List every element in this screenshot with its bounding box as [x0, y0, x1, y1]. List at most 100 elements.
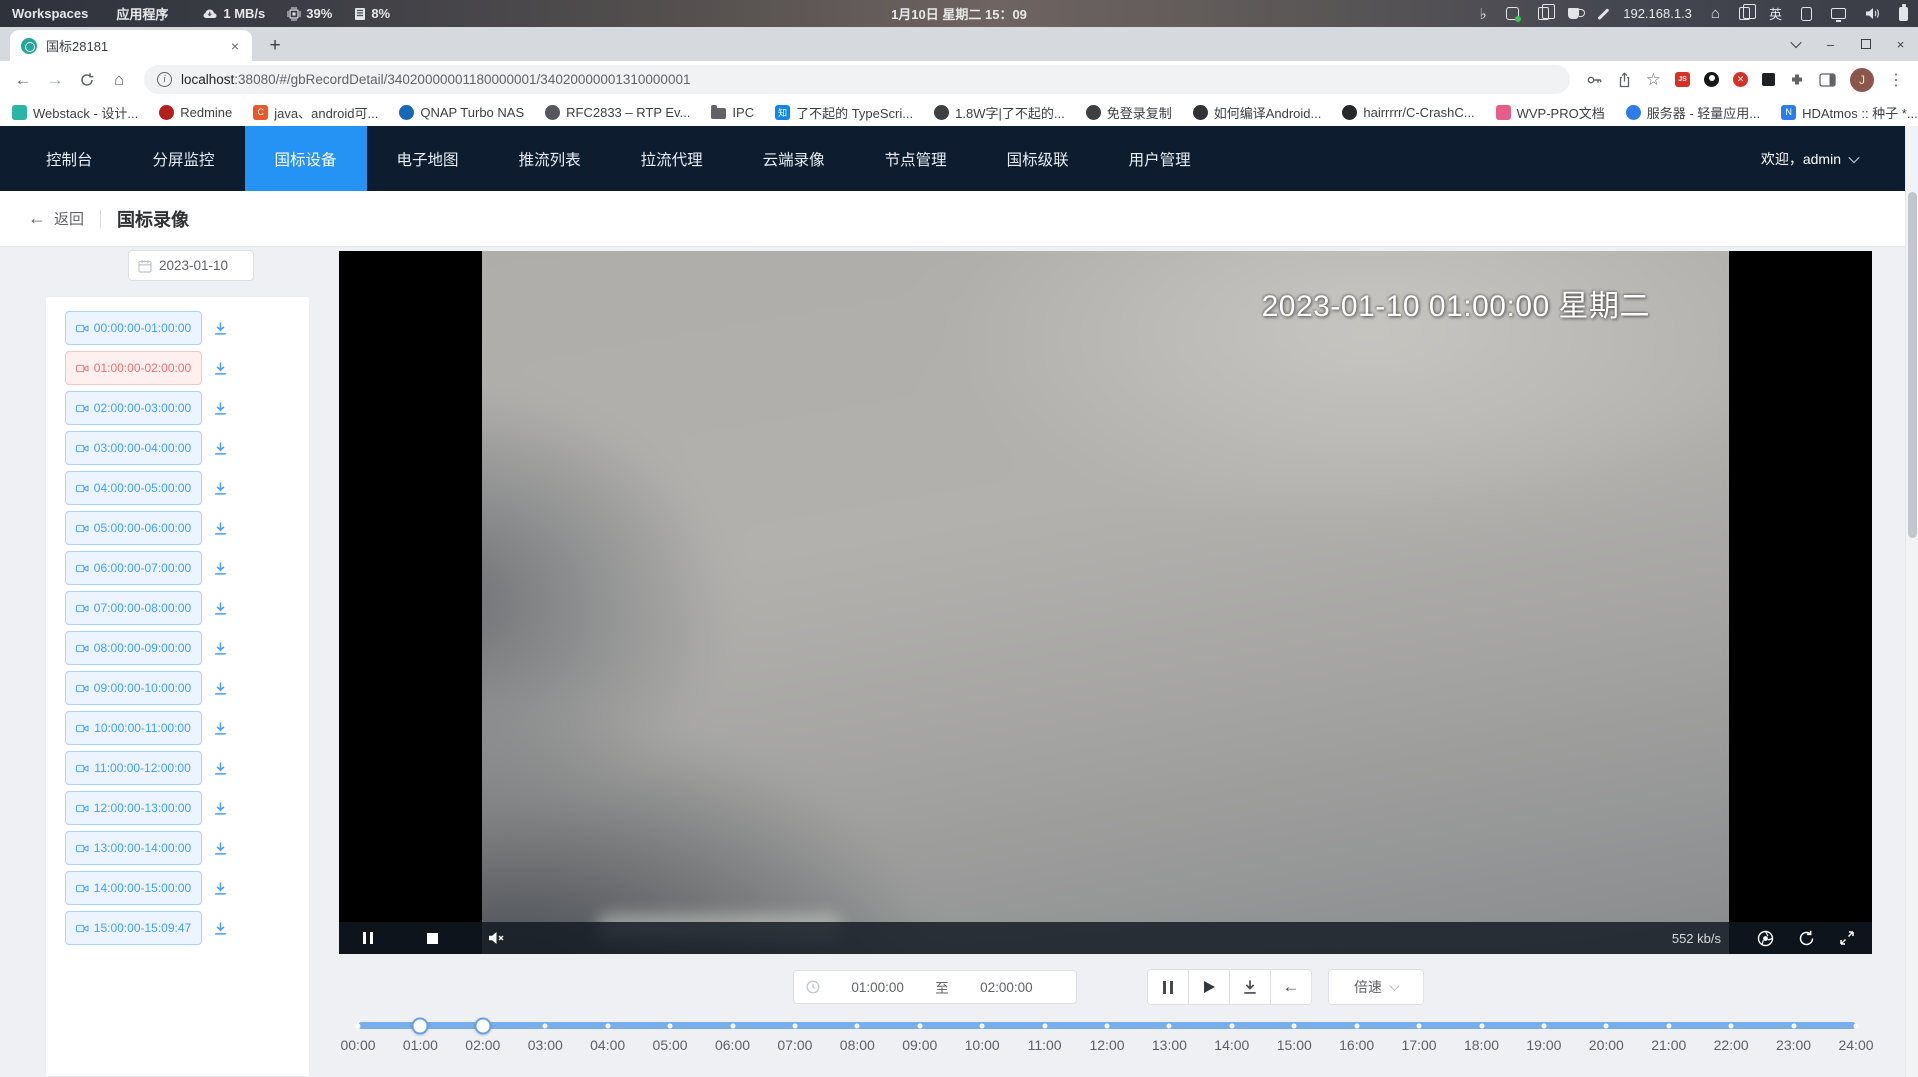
timeline-track[interactable] — [358, 1022, 1856, 1029]
player-pause-icon[interactable] — [357, 927, 379, 949]
timeline-handle[interactable] — [474, 1017, 491, 1034]
battery-icon[interactable] — [1899, 7, 1908, 21]
maximize-icon[interactable] — [1848, 27, 1883, 61]
nav-item-1[interactable]: 控制台 — [16, 126, 123, 191]
nav-item-9[interactable]: 国标级联 — [977, 126, 1099, 191]
player-stop-icon[interactable] — [421, 927, 443, 949]
record-download-icon[interactable] — [213, 481, 228, 496]
phone-icon[interactable] — [1801, 7, 1812, 21]
record-download-icon[interactable] — [213, 441, 228, 456]
scrollbar-thumb[interactable] — [1908, 192, 1917, 538]
record-download-icon[interactable] — [213, 561, 228, 576]
bookmark-item[interactable]: 如何编译Android... — [1193, 103, 1322, 122]
record-button[interactable]: 12:00:00-13:00:00 — [65, 791, 202, 825]
address-bar[interactable]: i localhost:38080/#/gbRecordDetail/34020… — [144, 65, 1570, 94]
record-download-icon[interactable] — [213, 721, 228, 736]
system-clock[interactable]: 1月10日 星期二 15：09 — [891, 4, 1027, 23]
record-button[interactable]: 15:00:00-15:09:47 — [65, 911, 202, 945]
record-button[interactable]: 14:00:00-15:00:00 — [65, 871, 202, 905]
record-button[interactable]: 00:00:00-01:00:00 — [65, 311, 202, 345]
back-icon[interactable]: ← — [10, 67, 36, 93]
snapshot-shutter-icon[interactable] — [1754, 927, 1776, 949]
nav-item-6[interactable]: 拉流代理 — [611, 126, 733, 191]
record-button[interactable]: 07:00:00-08:00:00 — [65, 591, 202, 625]
nav-item-4[interactable]: 电子地图 — [367, 126, 489, 191]
record-download-icon[interactable] — [213, 681, 228, 696]
fullscreen-icon[interactable] — [1836, 927, 1858, 949]
bookmark-item[interactable]: Cjava、android可... — [253, 103, 378, 122]
bookmark-item[interactable]: RFC2833 – RTP Ev... — [545, 105, 690, 120]
side-panel-icon[interactable] — [1819, 73, 1836, 87]
caffeine-icon[interactable] — [1568, 8, 1579, 19]
timeline-handle[interactable] — [412, 1017, 429, 1034]
record-download-icon[interactable] — [213, 361, 228, 376]
extensions-puzzle-icon[interactable] — [1789, 72, 1805, 88]
page-scrollbar[interactable] — [1905, 126, 1918, 1077]
play-button[interactable] — [1188, 969, 1230, 1005]
start-time-value[interactable]: 01:00:00 — [820, 980, 935, 995]
applications-button[interactable]: 应用程序 — [116, 4, 168, 23]
extension-blocker-icon[interactable]: ✕ — [1733, 72, 1748, 87]
color-picker-icon[interactable] — [1597, 8, 1609, 20]
tray-app-b-icon[interactable]: ♭ — [1480, 6, 1487, 22]
record-download-icon[interactable] — [213, 921, 228, 936]
forward-icon[interactable]: → — [42, 67, 68, 93]
time-range-input[interactable]: 01:00:00 至 02:00:00 — [793, 970, 1077, 1004]
extension-js-icon[interactable]: JS — [1675, 72, 1690, 87]
speed-dropdown[interactable]: 倍速 — [1328, 969, 1424, 1005]
refresh-icon[interactable] — [1795, 927, 1817, 949]
close-window-icon[interactable]: × — [1883, 27, 1918, 61]
record-button[interactable]: 05:00:00-06:00:00 — [65, 511, 202, 545]
volume-icon[interactable] — [1865, 6, 1880, 22]
profile-avatar[interactable]: J — [1850, 68, 1874, 92]
record-button[interactable]: 03:00:00-04:00:00 — [65, 431, 202, 465]
record-button[interactable]: 08:00:00-09:00:00 — [65, 631, 202, 665]
record-download-icon[interactable] — [213, 881, 228, 896]
bookmark-star-icon[interactable]: ☆ — [1646, 70, 1661, 90]
record-button[interactable]: 01:00:00-02:00:00 — [65, 351, 202, 385]
record-button[interactable]: 10:00:00-11:00:00 — [65, 711, 202, 745]
date-picker[interactable]: 2023-01-10 — [128, 250, 254, 281]
browser-menu-icon[interactable]: ⋮ — [1888, 70, 1904, 90]
record-button[interactable]: 02:00:00-03:00:00 — [65, 391, 202, 425]
clipboard-icon[interactable] — [1538, 7, 1549, 20]
pause-button[interactable] — [1147, 969, 1189, 1005]
bookmark-item[interactable]: 知了不起的 TypeScri... — [775, 103, 913, 122]
record-button[interactable]: 09:00:00-10:00:00 — [65, 671, 202, 705]
bookmark-item[interactable]: 服务器 - 轻量应用... — [1626, 103, 1760, 122]
tab-search-icon[interactable] — [1778, 27, 1813, 61]
bookmark-item[interactable]: IPC — [711, 105, 754, 120]
extension-square-icon[interactable] — [1762, 73, 1775, 86]
browser-tab[interactable]: 国标28181 × — [10, 30, 252, 61]
nav-item-5[interactable]: 推流列表 — [489, 126, 611, 191]
workspace-switcher-icon[interactable] — [1739, 7, 1750, 20]
tray-app-window-icon[interactable] — [1506, 7, 1519, 20]
bookmark-item[interactable]: WVP-PRO文档 — [1496, 103, 1605, 122]
video-surface[interactable] — [482, 251, 1729, 954]
bookmark-item[interactable]: QNAP Turbo NAS — [399, 105, 524, 120]
nav-item-3[interactable]: 国标设备 — [245, 126, 367, 191]
reload-icon[interactable] — [74, 67, 100, 93]
share-icon[interactable] — [1617, 72, 1632, 88]
tab-close-icon[interactable]: × — [226, 37, 244, 55]
record-download-icon[interactable] — [213, 841, 228, 856]
record-button[interactable]: 13:00:00-14:00:00 — [65, 831, 202, 865]
back-button[interactable]: ← 返回 — [28, 208, 84, 229]
ip-address[interactable]: 192.168.1.3 — [1623, 6, 1692, 21]
nav-item-2[interactable]: 分屏监控 — [123, 126, 245, 191]
workspaces-button[interactable]: Workspaces — [12, 6, 88, 21]
download-button[interactable] — [1229, 969, 1271, 1005]
bookmark-item[interactable]: Redmine — [159, 105, 232, 120]
new-tab-button[interactable]: + — [261, 32, 289, 60]
input-language-indicator[interactable]: 英 — [1769, 4, 1782, 23]
record-button[interactable]: 11:00:00-12:00:00 — [65, 751, 202, 785]
nav-item-7[interactable]: 云端录像 — [733, 126, 855, 191]
home-icon[interactable]: ⌂ — [1711, 6, 1720, 22]
nav-item-8[interactable]: 节点管理 — [855, 126, 977, 191]
minimize-icon[interactable]: – — [1813, 27, 1848, 61]
display-icon[interactable] — [1831, 8, 1846, 19]
bookmark-item[interactable]: 1.8W字|了不起的... — [934, 103, 1065, 122]
record-download-icon[interactable] — [213, 601, 228, 616]
extension-ball-icon[interactable] — [1704, 72, 1719, 87]
user-menu[interactable]: 欢迎，admin — [1761, 126, 1918, 191]
